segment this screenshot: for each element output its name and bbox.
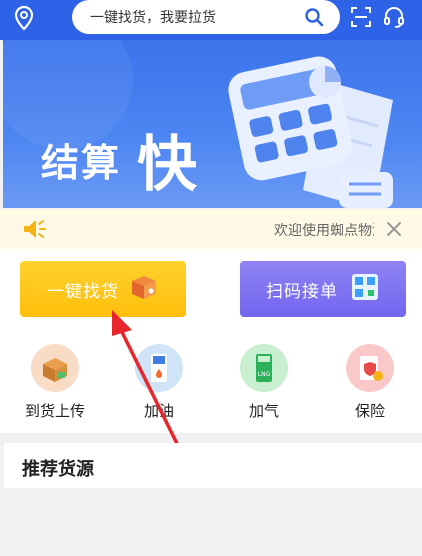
- svg-text:LNG: LNG: [258, 371, 271, 378]
- lng-pump-icon: LNG: [240, 344, 288, 392]
- search-icon[interactable]: [304, 7, 324, 31]
- insurance-icon: [346, 344, 394, 392]
- section-title: 推荐货源: [22, 459, 94, 480]
- search-placeholder: 一键找货，我要拉货: [90, 10, 216, 26]
- promo-banner[interactable]: 结算 快: [3, 40, 422, 208]
- qrcode-icon: [350, 272, 380, 306]
- headset-icon[interactable]: [380, 3, 408, 31]
- service-gas[interactable]: LNG 加气: [224, 344, 304, 421]
- top-bar: 一键找货，我要拉货: [0, 0, 422, 40]
- recommended-cargo-section: 推荐货源: [4, 443, 422, 488]
- search-bar[interactable]: 一键找货，我要拉货: [72, 0, 340, 34]
- scan-order-button[interactable]: 扫码接单: [240, 261, 406, 317]
- service-insurance[interactable]: 保险: [330, 344, 410, 421]
- close-icon[interactable]: [386, 221, 402, 241]
- banner-title: 结算: [41, 141, 122, 185]
- cargo-box-icon: [31, 344, 79, 392]
- notice-text: 欢迎使用蜘点物流: [274, 223, 374, 239]
- service-label: 加气: [248, 402, 279, 420]
- service-arrival-upload[interactable]: 到货上传: [15, 344, 95, 421]
- box-icon: [129, 273, 159, 305]
- location-pin-icon[interactable]: [10, 4, 38, 32]
- scan-order-label: 扫码接单: [266, 281, 338, 302]
- speaker-icon: [22, 218, 46, 244]
- service-label: 保险: [354, 402, 385, 420]
- notice-bar[interactable]: 欢迎使用蜘点物流: [0, 209, 422, 249]
- find-cargo-label: 一键找货: [47, 281, 119, 302]
- banner-title-emphasis: 快: [137, 130, 197, 200]
- service-label: 到货上传: [24, 402, 85, 420]
- scan-icon[interactable]: [348, 4, 374, 30]
